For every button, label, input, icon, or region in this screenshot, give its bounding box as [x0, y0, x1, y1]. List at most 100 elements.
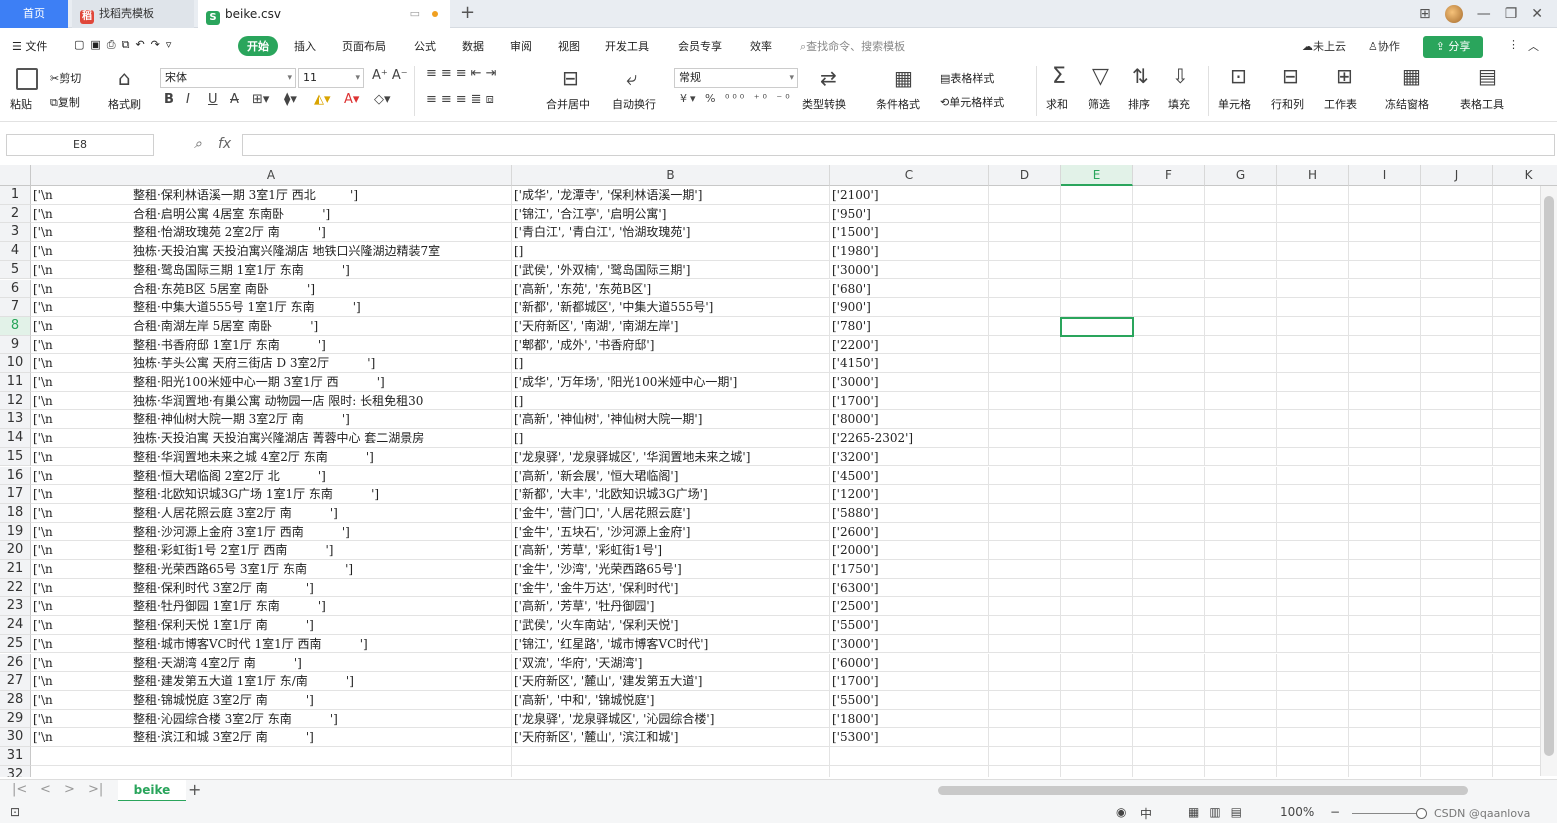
row-header[interactable]: 18 [0, 503, 31, 523]
cell-c[interactable]: ['1200'] [830, 485, 989, 504]
cell-a[interactable]: ['\n 整租·书香府邸 1室1厅 东南 '] [31, 335, 512, 355]
row-header[interactable]: 5 [0, 260, 31, 280]
cell-g[interactable] [1205, 354, 1277, 373]
cell-f[interactable] [1133, 747, 1205, 766]
cell-b[interactable]: ['双流', '华府', '天湖湾'] [512, 653, 830, 673]
freeze-icon[interactable]: ▦ [1402, 64, 1421, 88]
cell-j[interactable] [1421, 354, 1493, 373]
quick-access-icons[interactable]: ▢▣⎙⧉↶↷▿ [74, 38, 177, 52]
cell-g[interactable] [1205, 447, 1277, 467]
cell-j[interactable] [1421, 747, 1493, 766]
cell-e[interactable] [1061, 616, 1133, 635]
cell-h[interactable] [1277, 335, 1349, 355]
paste-button[interactable]: 粘贴 [10, 96, 32, 112]
cell-i[interactable] [1349, 616, 1421, 635]
cell-f[interactable] [1133, 391, 1205, 411]
cell-f[interactable] [1133, 298, 1205, 317]
row-header[interactable]: 31 [0, 747, 31, 766]
cell-j[interactable] [1421, 279, 1493, 299]
cell-a[interactable]: ['\n 整租·保利天悦 1室1厅 南 '] [31, 616, 512, 635]
cell-f[interactable] [1133, 316, 1205, 336]
cell-e[interactable] [1061, 690, 1133, 710]
cell-c[interactable]: ['1980'] [830, 242, 989, 261]
cell-h[interactable] [1277, 298, 1349, 317]
row-header[interactable]: 21 [0, 560, 31, 579]
cell-e[interactable] [1061, 560, 1133, 579]
cell-i[interactable] [1349, 560, 1421, 579]
cell-e[interactable] [1061, 410, 1133, 430]
cell-e[interactable] [1061, 541, 1133, 560]
sum-button[interactable]: 求和 [1046, 96, 1068, 112]
sort-icon[interactable]: ⇅ [1132, 64, 1149, 88]
cell-d[interactable] [989, 522, 1061, 542]
cell-d[interactable] [989, 204, 1061, 224]
zoom-slider[interactable] [1352, 813, 1422, 814]
cell-f[interactable] [1133, 354, 1205, 373]
cell-j[interactable] [1421, 204, 1493, 224]
cell-e[interactable] [1061, 223, 1133, 243]
cell-c[interactable]: ['3200'] [830, 447, 989, 467]
cell-b[interactable]: ['郫都', '成外', '书香府邸'] [512, 335, 830, 355]
menu-start[interactable]: 开始 [238, 36, 278, 56]
cell-g[interactable] [1205, 503, 1277, 523]
cell-f[interactable] [1133, 597, 1205, 617]
cell-i[interactable] [1349, 447, 1421, 467]
cell-i[interactable] [1349, 597, 1421, 617]
cell-i[interactable] [1349, 279, 1421, 299]
cell-c[interactable]: ['3000'] [830, 634, 989, 654]
cell-f[interactable] [1133, 616, 1205, 635]
cell-j[interactable] [1421, 466, 1493, 486]
cell-e[interactable] [1061, 485, 1133, 504]
cell-b[interactable]: ['高新', '芳草', '彩虹街1号'] [512, 541, 830, 560]
cell-g[interactable] [1205, 541, 1277, 560]
cell-j[interactable] [1421, 242, 1493, 261]
cell-j[interactable] [1421, 260, 1493, 280]
column-header-i[interactable]: I [1349, 165, 1421, 186]
cell-f[interactable] [1133, 242, 1205, 261]
align-top-icons[interactable]: ≡≡≡⇤⇥ [426, 66, 500, 81]
cell-d[interactable] [989, 616, 1061, 635]
cell-a[interactable]: ['\n 合租·东苑B区 5居室 南卧 '] [31, 279, 512, 299]
cell-i[interactable] [1349, 541, 1421, 560]
cell-g[interactable] [1205, 616, 1277, 635]
underline-icon[interactable]: U [208, 92, 218, 107]
bold-icon[interactable]: B [164, 92, 174, 107]
cell-a[interactable]: ['\n 整租·光荣西路65号 3室1厅 东南 '] [31, 560, 512, 579]
merge-center-button[interactable]: 合并居中 [546, 96, 590, 112]
cell-style-button[interactable]: ⟲单元格样式 [940, 94, 1004, 110]
border-icon[interactable]: ⊞▾ [252, 92, 269, 107]
cell-h[interactable] [1277, 616, 1349, 635]
cell-b[interactable]: ['金牛', '沙湾', '光荣西路65号'] [512, 560, 830, 579]
cell-i[interactable] [1349, 410, 1421, 430]
cell-g[interactable] [1205, 728, 1277, 747]
cell-e[interactable] [1061, 634, 1133, 654]
number-format-icons[interactable]: ¥▾ % ⁰⁰⁰ ⁺⁰ ⁻⁰ [680, 92, 793, 105]
cell-d[interactable] [989, 634, 1061, 654]
cell-g[interactable] [1205, 578, 1277, 598]
cell-a[interactable]: ['\n 整租·沁园综合楼 3室2厅 东南 '] [31, 709, 512, 729]
cell-g[interactable] [1205, 279, 1277, 299]
cell-g[interactable] [1205, 186, 1277, 205]
cell-f[interactable] [1133, 223, 1205, 243]
tab-home[interactable]: 首页 [0, 0, 68, 28]
cell-g[interactable] [1205, 373, 1277, 392]
cell-f[interactable] [1133, 690, 1205, 710]
cell-g[interactable] [1205, 485, 1277, 504]
font-color-icon[interactable]: A▾ [344, 92, 359, 107]
cell-g[interactable] [1205, 765, 1277, 777]
table-tools-icon[interactable]: ▤ [1478, 64, 1497, 88]
menu-data[interactable]: 数据 [462, 38, 484, 54]
align-left-icons[interactable]: ≡≡≡≣⧈ [426, 92, 498, 107]
cell-f[interactable] [1133, 503, 1205, 523]
cell-c[interactable]: ['2100'] [830, 186, 989, 205]
cell-e[interactable] [1061, 354, 1133, 373]
cell-b[interactable] [512, 765, 830, 777]
cell-b[interactable]: ['天府新区', '麓山', '滨江和城'] [512, 728, 830, 747]
paste-icon[interactable] [16, 68, 38, 90]
row-header[interactable]: 14 [0, 429, 31, 448]
cell-j[interactable] [1421, 765, 1493, 777]
cell-e[interactable] [1061, 242, 1133, 261]
prev-sheet-icon[interactable]: < [40, 782, 51, 797]
cell-d[interactable] [989, 410, 1061, 430]
close-icon[interactable]: ✕ [1531, 6, 1543, 22]
